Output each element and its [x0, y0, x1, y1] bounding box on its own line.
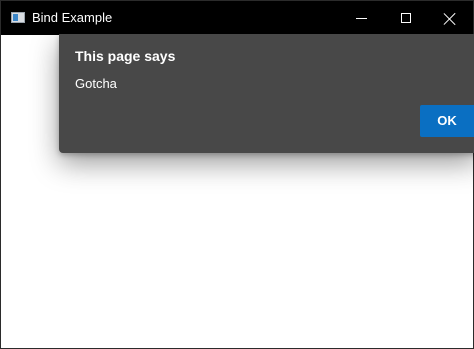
minimize-icon — [356, 18, 367, 19]
minimize-button[interactable] — [339, 1, 383, 35]
dialog-title: This page says — [75, 48, 176, 64]
close-icon — [444, 13, 456, 25]
ok-button[interactable]: OK — [420, 105, 474, 137]
app-window-icon — [11, 12, 25, 23]
dialog-message: Gotcha — [75, 76, 117, 91]
window-title: Bind Example — [32, 10, 113, 25]
maximize-icon — [401, 13, 411, 23]
close-button[interactable] — [429, 1, 473, 35]
alert-dialog: This page says Gotcha OK — [59, 34, 474, 153]
title-bar[interactable]: Bind Example — [1, 1, 473, 35]
maximize-button[interactable] — [385, 1, 429, 35]
